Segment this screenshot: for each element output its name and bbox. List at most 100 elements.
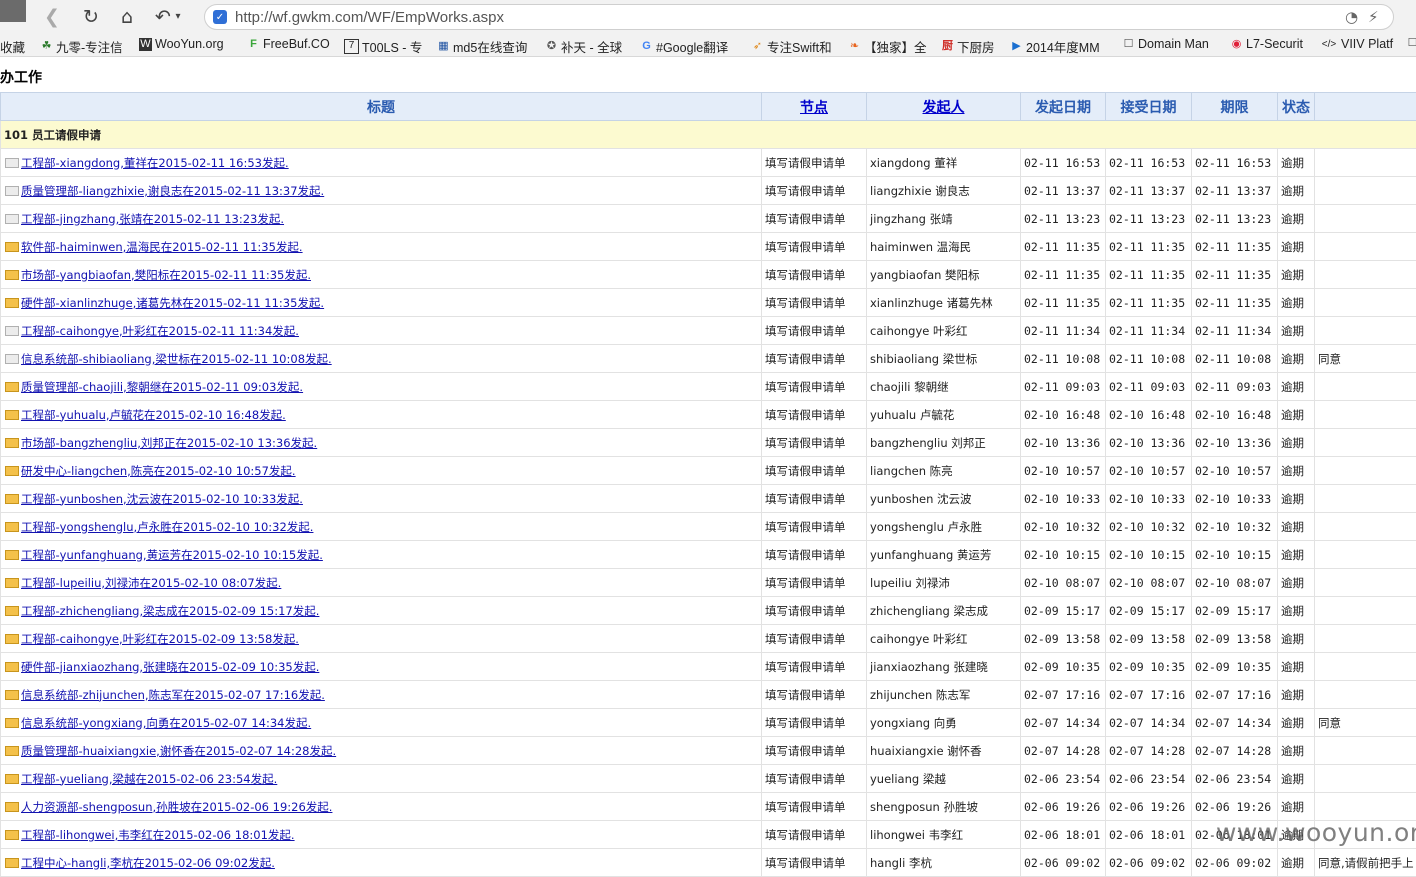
- table-row[interactable]: 工程部-lihongwei,韦李红在2015-02-06 18:01发起.填写请…: [1, 821, 1416, 849]
- work-item-link[interactable]: 工程部-lihongwei,韦李红在2015-02-06 18:01发起.: [21, 828, 295, 842]
- node-cell: 填写请假申请单: [762, 345, 867, 373]
- table-row[interactable]: 工程部-zhichengliang,梁志成在2015-02-09 15:17发起…: [1, 597, 1416, 625]
- bookmark-item[interactable]: ▶2014年度MM: [1010, 37, 1100, 56]
- work-item-link[interactable]: 质量管理部-chaojili,黎朝继在2015-02-11 09:03发起.: [21, 380, 303, 394]
- column-header-initiator[interactable]: 发起人: [867, 93, 1021, 121]
- work-item-link[interactable]: 工程部-yunboshen,沈云波在2015-02-10 10:33发起.: [21, 492, 303, 506]
- table-row[interactable]: 工程部-yunfanghuang,黄运芳在2015-02-10 10:15发起.…: [1, 541, 1416, 569]
- bookmark-item[interactable]: ☘九零-专注信: [40, 37, 123, 56]
- speed-icon[interactable]: ◔: [1345, 8, 1358, 26]
- work-item-link[interactable]: 硬件部-xianlinzhuge,诸葛先林在2015-02-11 11:35发起…: [21, 296, 324, 310]
- bookmark-item[interactable]: </>VIIV Platf: [1320, 37, 1393, 51]
- table-row[interactable]: 工程部-jingzhang,张靖在2015-02-11 13:23发起.填写请假…: [1, 205, 1416, 233]
- table-row[interactable]: 市场部-bangzhengliu,刘邦正在2015-02-10 13:36发起.…: [1, 429, 1416, 457]
- bookmark-item[interactable]: ☐Domain Man: [1122, 37, 1209, 51]
- table-row[interactable]: 软件部-haiminwen,温海民在2015-02-11 11:35发起.填写请…: [1, 233, 1416, 261]
- bookmark-item[interactable]: ➶专注Swift和: [751, 37, 832, 56]
- bookmark-item[interactable]: FFreeBuf.CO: [247, 37, 330, 51]
- address-bar[interactable]: ✓ http://wf.gwkm.com/WF/EmpWorks.aspx ◔ …: [204, 4, 1394, 30]
- table-row[interactable]: 工程部-caihongye,叶彩红在2015-02-11 11:34发起.填写请…: [1, 317, 1416, 345]
- deadline-cell: 02-10 10:32: [1192, 513, 1278, 541]
- url-text[interactable]: http://wf.gwkm.com/WF/EmpWorks.aspx: [235, 9, 504, 26]
- deadline-cell: 02-07 14:34: [1192, 709, 1278, 737]
- table-row[interactable]: 工程部-lupeiliu,刘禄沛在2015-02-10 08:07发起. 填写请假…: [1, 569, 1416, 597]
- bookmark-item[interactable]: ◉L7-Securit: [1230, 37, 1303, 51]
- bookmark-overflow[interactable]: ☐: [1406, 37, 1416, 50]
- status-cell: 逾期: [1278, 401, 1315, 429]
- initiator-cell: caihongye 叶彩红: [867, 317, 1021, 345]
- work-item-link[interactable]: 工程部-jingzhang,张靖在2015-02-11 13:23发起.: [21, 212, 284, 226]
- column-header-node[interactable]: 节点: [762, 93, 867, 121]
- table-row[interactable]: 研发中心-liangchen,陈亮在2015-02-10 10:57发起.填写请…: [1, 457, 1416, 485]
- title-cell: 工程部-yunboshen,沈云波在2015-02-10 10:33发起.: [1, 485, 762, 513]
- bookmark-item[interactable]: WWooYun.org: [139, 37, 224, 51]
- work-item-link[interactable]: 信息系统部-yongxiang,向勇在2015-02-07 14:34发起.: [21, 716, 311, 730]
- title-cell: 软件部-haiminwen,温海民在2015-02-11 11:35发起.: [1, 233, 762, 261]
- table-row[interactable]: 工程部-caihongye,叶彩红在2015-02-09 13:58发起.填写请…: [1, 625, 1416, 653]
- work-item-link[interactable]: 人力资源部-shengposun,孙胜坡在2015-02-06 19:26发起.: [21, 800, 332, 814]
- home-icon[interactable]: ⌂: [115, 5, 139, 29]
- chevron-down-icon[interactable]: ▾: [172, 5, 184, 29]
- work-item-link[interactable]: 工程部-caihongye,叶彩红在2015-02-09 13:58发起.: [21, 632, 299, 646]
- work-item-link[interactable]: 研发中心-liangchen,陈亮在2015-02-10 10:57发起.: [21, 464, 296, 478]
- bookmark-item[interactable]: G#Google翻译: [640, 37, 728, 56]
- l7-icon: ◉: [1230, 38, 1243, 51]
- bookmark-item[interactable]: 厨下厨房: [941, 37, 995, 56]
- table-row[interactable]: 信息系统部-zhijunchen,陈志军在2015-02-07 17:16发起.…: [1, 681, 1416, 709]
- table-row[interactable]: 工程部-yuhualu,卢毓花在2015-02-10 16:48发起.填写请假申…: [1, 401, 1416, 429]
- accept-date-cell: 02-11 11:35: [1106, 289, 1192, 317]
- table-row[interactable]: 市场部-yangbiaofan,樊阳标在2015-02-11 11:35发起.填…: [1, 261, 1416, 289]
- folder-icon: [5, 466, 19, 476]
- title-cell: 质量管理部-huaixiangxie,谢怀香在2015-02-07 14:28发…: [1, 737, 762, 765]
- table-row[interactable]: 信息系统部-shibiaoliang,梁世标在2015-02-11 10:08发…: [1, 345, 1416, 373]
- work-item-link[interactable]: 质量管理部-huaixiangxie,谢怀香在2015-02-07 14:28发…: [21, 744, 336, 758]
- deadline-cell: 02-11 11:35: [1192, 289, 1278, 317]
- work-item-link[interactable]: 工程部-yunfanghuang,黄运芳在2015-02-10 10:15发起.: [21, 548, 323, 562]
- work-item-link[interactable]: 市场部-bangzhengliu,刘邦正在2015-02-10 13:36发起.: [21, 436, 317, 450]
- bookmark-item[interactable]: 收藏: [0, 37, 25, 56]
- table-row[interactable]: 工程部-yongshenglu,卢永胜在2015-02-10 10:32发起.填…: [1, 513, 1416, 541]
- table-row[interactable]: 工程部-yunboshen,沈云波在2015-02-10 10:33发起.填写请…: [1, 485, 1416, 513]
- bookmark-item[interactable]: ✪补天 - 全球: [545, 37, 622, 56]
- work-item-link[interactable]: 硬件部-jianxiaozhang,张建晓在2015-02-09 10:35发起…: [21, 660, 319, 674]
- folder-icon: [5, 774, 19, 784]
- deadline-cell: 02-06 19:26: [1192, 793, 1278, 821]
- table-row[interactable]: 硬件部-xianlinzhuge,诸葛先林在2015-02-11 11:35发起…: [1, 289, 1416, 317]
- refresh-icon[interactable]: ↻: [79, 5, 103, 29]
- work-item-link[interactable]: 质量管理部-liangzhixie,谢良志在2015-02-11 13:37发起…: [21, 184, 324, 198]
- initiator-cell: zhijunchen 陈志军: [867, 681, 1021, 709]
- work-item-link[interactable]: 市场部-yangbiaofan,樊阳标在2015-02-11 11:35发起.: [21, 268, 311, 282]
- table-row[interactable]: 工程部-xiangdong,董祥在2015-02-11 16:53发起.填写请假…: [1, 149, 1416, 177]
- node-cell: 填写请假申请单: [762, 569, 867, 597]
- table-row[interactable]: 工程中心-hangli,李杭在2015-02-06 09:02发起.填写请假申请…: [1, 849, 1416, 877]
- table-row[interactable]: 信息系统部-yongxiang,向勇在2015-02-07 14:34发起.填写…: [1, 709, 1416, 737]
- work-item-link[interactable]: 信息系统部-shibiaoliang,梁世标在2015-02-11 10:08发…: [21, 352, 332, 366]
- table-row[interactable]: 质量管理部-liangzhixie,谢良志在2015-02-11 13:37发起…: [1, 177, 1416, 205]
- note-cell: [1315, 625, 1416, 653]
- table-row[interactable]: 质量管理部-chaojili,黎朝继在2015-02-11 09:03发起.填写…: [1, 373, 1416, 401]
- page-title: 办工作: [0, 67, 42, 87]
- table-row[interactable]: 人力资源部-shengposun,孙胜坡在2015-02-06 19:26发起.…: [1, 793, 1416, 821]
- deadline-cell: 02-10 08:07: [1192, 569, 1278, 597]
- bookmark-item[interactable]: 7T00LS - 专: [344, 37, 422, 56]
- work-item-link[interactable]: 工程部-zhichengliang,梁志成在2015-02-09 15:17发起…: [21, 604, 319, 618]
- work-item-link[interactable]: 工程部-lupeiliu,刘禄沛在2015-02-10 08:07发起.: [21, 576, 281, 590]
- work-item-link[interactable]: 工程中心-hangli,李杭在2015-02-06 09:02发起.: [21, 856, 275, 870]
- work-item-link[interactable]: 信息系统部-zhijunchen,陈志军在2015-02-07 17:16发起.: [21, 688, 325, 702]
- initiator-cell: huaixiangxie 谢怀香: [867, 737, 1021, 765]
- node-cell: 填写请假申请单: [762, 765, 867, 793]
- note-cell: [1315, 317, 1416, 345]
- table-row[interactable]: 质量管理部-huaixiangxie,谢怀香在2015-02-07 14:28发…: [1, 737, 1416, 765]
- table-row[interactable]: 工程部-yueliang,梁越在2015-02-06 23:54发起. 填写请假申…: [1, 765, 1416, 793]
- table-row[interactable]: 硬件部-jianxiaozhang,张建晓在2015-02-09 10:35发起…: [1, 653, 1416, 681]
- work-item-link[interactable]: 工程部-yuhualu,卢毓花在2015-02-10 16:48发起.: [21, 408, 286, 422]
- work-item-link[interactable]: 软件部-haiminwen,温海民在2015-02-11 11:35发起.: [21, 240, 303, 254]
- bookmark-item[interactable]: ❧【独家】全: [848, 37, 927, 56]
- lightning-icon[interactable]: ⚡: [1368, 8, 1379, 26]
- work-item-link[interactable]: 工程部-yueliang,梁越在2015-02-06 23:54发起.: [21, 772, 277, 786]
- bookmark-item[interactable]: ▦md5在线查询: [437, 37, 527, 56]
- work-item-link[interactable]: 工程部-xiangdong,董祥在2015-02-11 16:53发起.: [21, 156, 289, 170]
- back-icon[interactable]: ❮: [40, 5, 64, 29]
- work-item-link[interactable]: 工程部-caihongye,叶彩红在2015-02-11 11:34发起.: [21, 324, 299, 338]
- work-item-link[interactable]: 工程部-yongshenglu,卢永胜在2015-02-10 10:32发起.: [21, 520, 313, 534]
